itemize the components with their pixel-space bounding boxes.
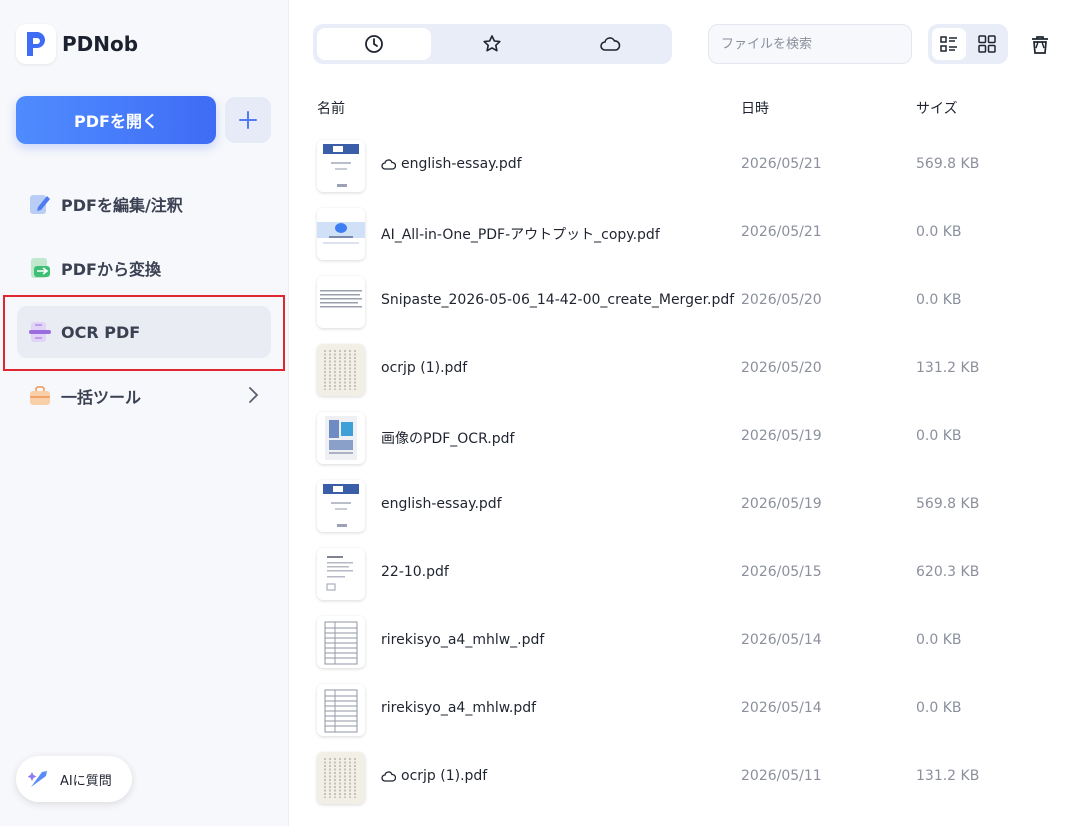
file-size: 131.2 KB [916, 360, 980, 376]
pdf-thumbnail [317, 684, 365, 736]
search-box [708, 24, 912, 64]
plus-icon [239, 111, 257, 129]
file-size: 131.2 KB [916, 768, 980, 784]
file-date: 2026/05/20 [741, 292, 822, 308]
file-size: 569.8 KB [916, 156, 980, 172]
file-name-text: ocrjp (1).pdf [401, 768, 488, 784]
file-name: 22-10.pdf [381, 564, 449, 580]
file-date: 2026/05/15 [741, 564, 822, 580]
sidebar-item-label: 一括ツール [61, 388, 142, 407]
file-date: 2026/05/19 [741, 428, 822, 444]
file-date: 2026/05/21 [741, 224, 822, 240]
file-date: 2026/05/21 [741, 156, 822, 172]
open-pdf-button[interactable]: PDFを開く [16, 96, 216, 144]
app-name: PDNob [62, 32, 139, 56]
ai-sparkle-icon [28, 771, 47, 787]
sidebar-item-label: PDFから変換 [61, 260, 161, 279]
file-name: rirekisyo_a4_mhlw.pdf [381, 700, 537, 716]
list-view-button[interactable] [932, 28, 966, 60]
column-header-name[interactable]: 名前 [317, 98, 345, 118]
file-row[interactable]: Snipaste_2026-05-06_14-42-00_create_Merg… [313, 268, 1053, 336]
file-date: 2026/05/20 [741, 360, 822, 376]
tab-recent[interactable] [317, 28, 431, 60]
file-row[interactable]: 画像のPDF_OCR.pdf 2026/05/19 0.0 KB [313, 404, 1053, 472]
chevron-right-icon [249, 387, 259, 403]
file-name: 画像のPDF_OCR.pdf [381, 431, 515, 447]
edit-icon [27, 191, 53, 217]
trash-button[interactable] [1026, 30, 1054, 58]
pdf-thumbnail [317, 208, 365, 260]
file-size: 0.0 KB [916, 428, 962, 444]
file-name: ocrjp (1).pdf [381, 360, 468, 376]
file-name-text: english-essay.pdf [401, 156, 522, 172]
file-name: AI_All-in-One_PDF-アウトプット_copy.pdf [381, 227, 660, 243]
pdf-thumbnail [317, 140, 365, 192]
cloud-icon [600, 37, 621, 51]
grid-view-button[interactable] [970, 28, 1004, 60]
file-name: rirekisyo_a4_mhlw_.pdf [381, 632, 545, 648]
file-date: 2026/05/11 [741, 768, 822, 784]
file-row[interactable]: 22-10.pdf 2026/05/15 620.3 KB [313, 540, 1053, 608]
pdf-thumbnail [317, 752, 365, 804]
column-header-date[interactable]: 日時 [741, 98, 769, 118]
file-row[interactable]: ocrjp (1).pdf 2026/05/11 131.2 KB [313, 744, 1053, 812]
file-row[interactable]: english-essay.pdf 2026/05/19 569.8 KB [313, 472, 1053, 540]
toolbox-icon [27, 383, 53, 409]
column-header-size[interactable]: サイズ [916, 98, 958, 118]
file-row[interactable]: AI_All-in-One_PDF-アウトプット_copy.pdf 2026/0… [313, 200, 1053, 268]
file-name: english-essay.pdf [381, 496, 502, 512]
file-date: 2026/05/19 [741, 496, 822, 512]
sidebar-item-convert[interactable]: PDFから変換 [17, 242, 271, 294]
file-size: 0.0 KB [916, 700, 962, 716]
list-view-icon [940, 36, 957, 52]
file-name: english-essay.pdf [381, 156, 522, 172]
pdf-thumbnail [317, 616, 365, 668]
sidebar-item-label: PDFを編集/注釈 [61, 196, 183, 215]
selection-highlight [3, 295, 285, 371]
file-row[interactable]: ocrjp (1).pdf 2026/05/20 131.2 KB [313, 336, 1053, 404]
file-name: Snipaste_2026-05-06_14-42-00_create_Merg… [381, 292, 735, 308]
pdf-thumbnail [317, 276, 365, 328]
add-button[interactable] [225, 97, 271, 143]
file-date: 2026/05/14 [741, 700, 822, 716]
sidebar-item-edit[interactable]: PDFを編集/注釈 [17, 178, 271, 230]
view-mode-toggle [928, 24, 1008, 64]
convert-icon [27, 255, 53, 281]
cloud-icon [381, 158, 396, 171]
pdf-thumbnail [317, 548, 365, 600]
file-row[interactable]: rirekisyo_a4_mhlw.pdf 2026/05/14 0.0 KB [313, 676, 1053, 744]
pdf-thumbnail [317, 480, 365, 532]
trash-icon [1032, 36, 1048, 54]
file-size: 620.3 KB [916, 564, 980, 580]
ai-ask-label: AIに質問 [60, 773, 112, 789]
file-size: 569.8 KB [916, 496, 980, 512]
file-row[interactable]: rirekisyo_a4_mhlw_.pdf 2026/05/14 0.0 KB [313, 608, 1053, 676]
file-name: ocrjp (1).pdf [381, 768, 487, 784]
cloud-icon [381, 770, 396, 783]
clock-icon [365, 35, 383, 53]
tab-favorites[interactable] [435, 28, 549, 60]
search-input[interactable] [709, 25, 911, 63]
pdf-thumbnail [317, 412, 365, 464]
pdnob-logo-icon [16, 24, 56, 64]
file-size: 0.0 KB [916, 632, 962, 648]
file-size: 0.0 KB [916, 224, 962, 240]
sidebar: PDNob PDFを開く PDFを編集/注釈 PDFから変換 OCR PDF 一… [0, 0, 289, 826]
pdf-thumbnail [317, 344, 365, 396]
file-date: 2026/05/14 [741, 632, 822, 648]
sidebar-item-batch-tools[interactable]: 一括ツール [17, 370, 271, 422]
file-row[interactable]: english-essay.pdf 2026/05/21 569.8 KB [313, 132, 1053, 200]
star-icon [483, 35, 501, 52]
file-filter-tabs [313, 24, 672, 64]
ai-ask-button[interactable]: AIに質問 [16, 756, 132, 802]
file-size: 0.0 KB [916, 292, 962, 308]
app-logo: PDNob [16, 24, 138, 64]
tab-cloud[interactable] [553, 28, 667, 60]
grid-view-icon [978, 35, 996, 53]
